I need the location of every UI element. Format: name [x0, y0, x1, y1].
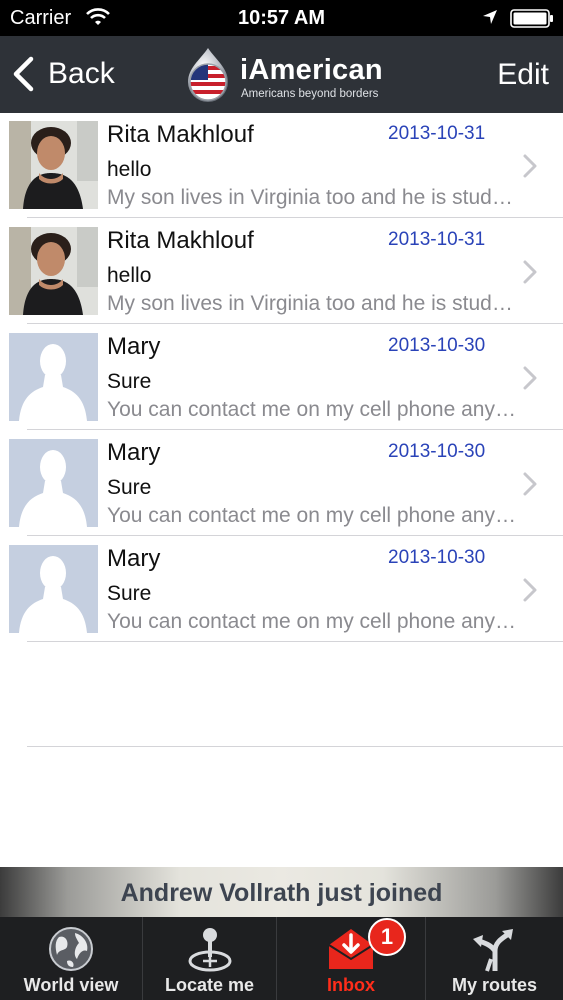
sender-name: Rita Makhlouf	[107, 121, 254, 148]
inbox-unread-badge: 1	[368, 918, 406, 956]
default-avatar-icon	[9, 439, 98, 527]
routes-icon	[472, 929, 513, 972]
message-date: 2013-10-30	[388, 547, 486, 568]
status-bar: Carrier 10:57 AM	[0, 0, 563, 36]
message-date: 2013-10-31	[388, 123, 486, 144]
sender-name: Mary	[107, 545, 161, 572]
message-subject: Sure	[107, 582, 152, 605]
message-row[interactable]: Rita Makhlouf 2013-10-31 hello My son li…	[0, 113, 563, 218]
tab-label: Inbox	[327, 975, 375, 995]
row-divider	[27, 641, 563, 642]
chevron-right-icon	[523, 366, 537, 390]
message-row[interactable]: Rita Makhlouf 2013-10-31 hello My son li…	[0, 219, 563, 324]
chevron-right-icon	[523, 154, 537, 178]
back-button[interactable]: Back	[12, 54, 115, 94]
avatar	[9, 227, 98, 315]
tab-label: My routes	[451, 975, 538, 995]
clock: 10:57 AM	[237, 7, 326, 29]
avatar	[9, 333, 98, 421]
message-row[interactable]: Mary 2013-10-30 Sure You can contact me …	[0, 325, 563, 430]
message-row[interactable]: Mary 2013-10-30 Sure You can contact me …	[0, 431, 563, 536]
tab-world-view[interactable]: World view	[0, 917, 143, 1000]
tab-label: Locate me	[164, 975, 255, 995]
message-subject: Sure	[107, 370, 152, 393]
row-divider	[27, 217, 563, 218]
location-arrow-icon	[483, 10, 497, 24]
avatar	[9, 545, 98, 633]
message-row[interactable]: Mary 2013-10-30 Sure You can contact me …	[0, 537, 563, 642]
globe-icon	[49, 927, 93, 971]
flag-globe-icon	[188, 48, 228, 102]
app-logo: iAmerican Americans beyond borders	[182, 40, 392, 108]
brand-tagline: Americans beyond borders	[241, 88, 379, 100]
back-label: Back	[48, 57, 115, 90]
message-preview: You can contact me on my cell phone anyt…	[107, 504, 517, 527]
brand-name: iAmerican	[240, 54, 383, 86]
edit-button[interactable]: Edit	[497, 58, 549, 92]
default-avatar-icon	[9, 333, 98, 421]
message-date: 2013-10-30	[388, 441, 486, 462]
join-notification-banner: Andrew Vollrath just joined	[0, 867, 563, 917]
sender-name: Mary	[107, 333, 161, 360]
message-preview: My son lives in Virginia too and he is s…	[107, 186, 517, 209]
message-date: 2013-10-30	[388, 335, 486, 356]
chevron-left-icon	[13, 56, 34, 92]
row-divider	[27, 535, 563, 536]
sender-name: Mary	[107, 439, 161, 466]
row-divider	[27, 429, 563, 430]
avatar-photo	[9, 227, 98, 315]
navigation-bar: Back iAmerican Americans beyond borders …	[0, 36, 563, 113]
message-preview: My son lives in Virginia too and he is s…	[107, 292, 517, 315]
joystick-icon	[188, 928, 231, 972]
avatar	[9, 439, 98, 527]
row-divider	[27, 323, 563, 324]
tab-bar: World view Locate me Inbox My routes	[0, 917, 563, 1000]
message-list: Rita Makhlouf 2013-10-31 hello My son li…	[0, 113, 563, 867]
avatar	[9, 121, 98, 209]
sender-name: Rita Makhlouf	[107, 227, 254, 254]
message-subject: Sure	[107, 476, 152, 499]
empty-row-divider	[27, 746, 563, 747]
avatar-photo	[9, 121, 98, 209]
message-subject: hello	[107, 158, 152, 181]
tab-locate-me[interactable]: Locate me	[143, 917, 277, 1000]
tab-label: World view	[23, 975, 119, 995]
default-avatar-icon	[9, 545, 98, 633]
chevron-right-icon	[523, 578, 537, 602]
battery-icon	[510, 9, 553, 28]
chevron-right-icon	[523, 260, 537, 284]
tab-my-routes[interactable]: My routes	[426, 917, 563, 1000]
message-preview: You can contact me on my cell phone anyt…	[107, 398, 517, 421]
message-preview: You can contact me on my cell phone anyt…	[107, 610, 517, 633]
message-date: 2013-10-31	[388, 229, 486, 250]
chevron-right-icon	[523, 472, 537, 496]
message-subject: hello	[107, 264, 152, 287]
